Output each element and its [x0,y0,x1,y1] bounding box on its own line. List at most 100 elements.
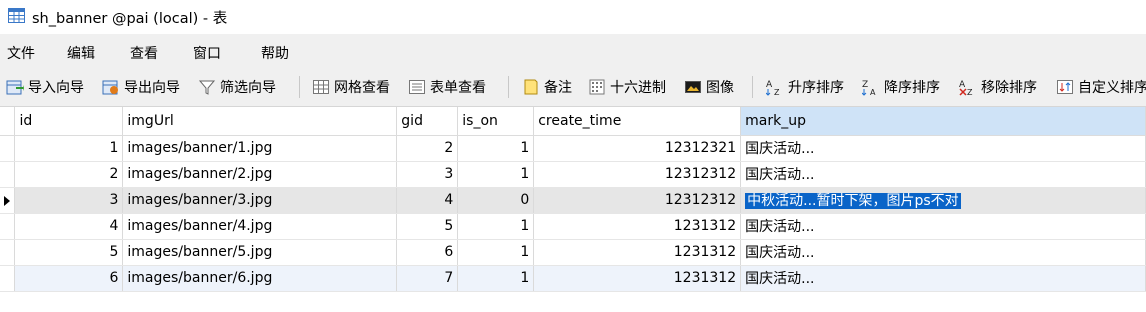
row-indicator[interactable] [0,213,16,240]
sort-asc-button[interactable]: AZ 升序排序 [766,77,844,97]
menu-view[interactable]: 查看 [130,43,158,63]
cell-is-on[interactable]: 1 [457,161,535,188]
column-header-is-on[interactable]: is_on [457,107,535,136]
cell-imgurl[interactable]: images/banner/5.jpg [122,239,398,266]
remove-sort-icon: AZ [959,80,973,96]
column-header-id[interactable]: id [14,107,124,136]
cell-mark-up[interactable]: 国庆活动... [740,213,1146,240]
cell-gid[interactable]: 3 [396,161,459,188]
toolbar-separator [299,76,300,98]
cell-is-on[interactable]: 1 [457,265,535,292]
table-row[interactable]: 4 images/banner/4.jpg 5 1 1231312 国庆活动..… [0,213,1146,240]
cell-gid[interactable]: 5 [396,213,459,240]
column-header-mark-up[interactable]: mark_up [740,107,1146,136]
form-view-button[interactable]: 表单查看 [408,77,486,97]
sort-asc-label: 升序排序 [788,80,844,96]
image-button[interactable]: 图像 [684,77,734,97]
sort-asc-icon: AZ [766,80,780,96]
custom-sort-icon [1057,80,1073,94]
cell-is-on[interactable]: 1 [457,135,535,162]
table-row[interactable]: 2 images/banner/2.jpg 3 1 12312312 国庆活动.… [0,161,1146,188]
menu-window[interactable]: 窗口 [193,43,221,63]
table-row[interactable]: 1 images/banner/1.jpg 2 1 12312321 国庆活动.… [0,135,1146,162]
toolbar-separator [752,76,753,98]
toolbar: 导入向导 导出向导 筛选向导 网格查看 表单查看 备注 十六进制 图像 AZ 升… [0,68,1146,107]
table-row[interactable]: 6 images/banner/6.jpg 7 1 1231312 国庆活动..… [0,265,1146,292]
data-table: id imgUrl gid is_on create_time mark_up … [0,107,1146,292]
cell-id[interactable]: 4 [14,213,124,240]
cell-gid[interactable]: 7 [396,265,459,292]
cell-id[interactable]: 3 [14,187,124,214]
table-icon [8,8,25,23]
memo-button[interactable]: 备注 [522,77,572,97]
cell-id[interactable]: 5 [14,239,124,266]
cell-is-on[interactable]: 1 [457,239,535,266]
import-icon [6,80,24,95]
hex-button[interactable]: 十六进制 [588,77,666,97]
table-row-current[interactable]: 3 images/banner/3.jpg 4 0 12312312 中秋活动.… [0,187,1146,214]
sort-desc-button[interactable]: ZA 降序排序 [862,77,940,97]
hex-icon [589,79,605,95]
menu-edit[interactable]: 编辑 [67,43,95,63]
cell-imgurl[interactable]: images/banner/1.jpg [122,135,398,162]
cell-mark-up[interactable]: 国庆活动... [740,239,1146,266]
cell-imgurl[interactable]: images/banner/6.jpg [122,265,398,292]
cell-gid[interactable]: 6 [396,239,459,266]
cell-imgurl[interactable]: images/banner/4.jpg [122,213,398,240]
menu-help[interactable]: 帮助 [261,43,289,63]
sort-desc-label: 降序排序 [884,80,940,96]
cell-imgurl[interactable]: images/banner/2.jpg [122,161,398,188]
custom-sort-label: 自定义排序 [1078,80,1146,96]
table-row[interactable]: 5 images/banner/5.jpg 6 1 1231312 国庆活动..… [0,239,1146,266]
menu-file[interactable]: 文件 [7,43,35,63]
column-header-gid[interactable]: gid [396,107,459,136]
row-indicator[interactable] [0,265,16,292]
cell-gid[interactable]: 4 [396,187,459,214]
import-wizard-button[interactable]: 导入向导 [6,77,84,97]
cell-create-time[interactable]: 12312321 [533,135,742,162]
cell-mark-up[interactable]: 国庆活动... [740,265,1146,292]
filter-wizard-button[interactable]: 筛选向导 [198,77,276,97]
selected-cell-text[interactable]: 中秋活动...暂时下架，图片ps不对 [745,193,961,209]
row-indicator-header [0,107,16,136]
filter-icon [198,80,216,95]
row-indicator[interactable] [0,135,16,162]
cell-gid[interactable]: 2 [396,135,459,162]
cell-id[interactable]: 1 [14,135,124,162]
column-header-imgurl[interactable]: imgUrl [122,107,398,136]
title-bar: sh_banner @pai (local) - 表 [0,0,1146,34]
filter-wizard-label: 筛选向导 [220,80,276,96]
cell-is-on[interactable]: 1 [457,213,535,240]
row-indicator-current[interactable] [0,187,16,214]
cell-create-time[interactable]: 1231312 [533,239,742,266]
export-wizard-button[interactable]: 导出向导 [102,77,180,97]
cell-is-on[interactable]: 0 [457,187,535,214]
grid-view-button[interactable]: 网格查看 [312,77,390,97]
cell-mark-up[interactable]: 国庆活动... [740,161,1146,188]
cell-create-time[interactable]: 1231312 [533,265,742,292]
cell-create-time[interactable]: 1231312 [533,213,742,240]
cell-mark-up-editing[interactable]: 中秋活动...暂时下架，图片ps不对 [740,187,1146,214]
column-header-create-time[interactable]: create_time [533,107,742,136]
image-label: 图像 [706,80,734,96]
row-indicator[interactable] [0,239,16,266]
cell-mark-up[interactable]: 国庆活动... [740,135,1146,162]
remove-sort-button[interactable]: AZ 移除排序 [959,77,1037,97]
image-icon [685,81,701,93]
grid-icon [313,80,329,94]
custom-sort-button[interactable]: 自定义排序 [1056,77,1146,97]
memo-icon [524,79,538,95]
memo-label: 备注 [544,80,572,96]
export-icon [102,80,118,95]
row-indicator[interactable] [0,161,16,188]
cell-id[interactable]: 2 [14,161,124,188]
form-view-label: 表单查看 [430,80,486,96]
cell-id[interactable]: 6 [14,265,124,292]
remove-sort-label: 移除排序 [981,80,1037,96]
window-title: sh_banner @pai (local) - 表 [32,11,228,27]
cell-create-time[interactable]: 12312312 [533,161,742,188]
current-row-arrow-icon [4,195,10,206]
cell-imgurl[interactable]: images/banner/3.jpg [122,187,398,214]
cell-create-time[interactable]: 12312312 [533,187,742,214]
svg-text:Z: Z [774,88,780,96]
